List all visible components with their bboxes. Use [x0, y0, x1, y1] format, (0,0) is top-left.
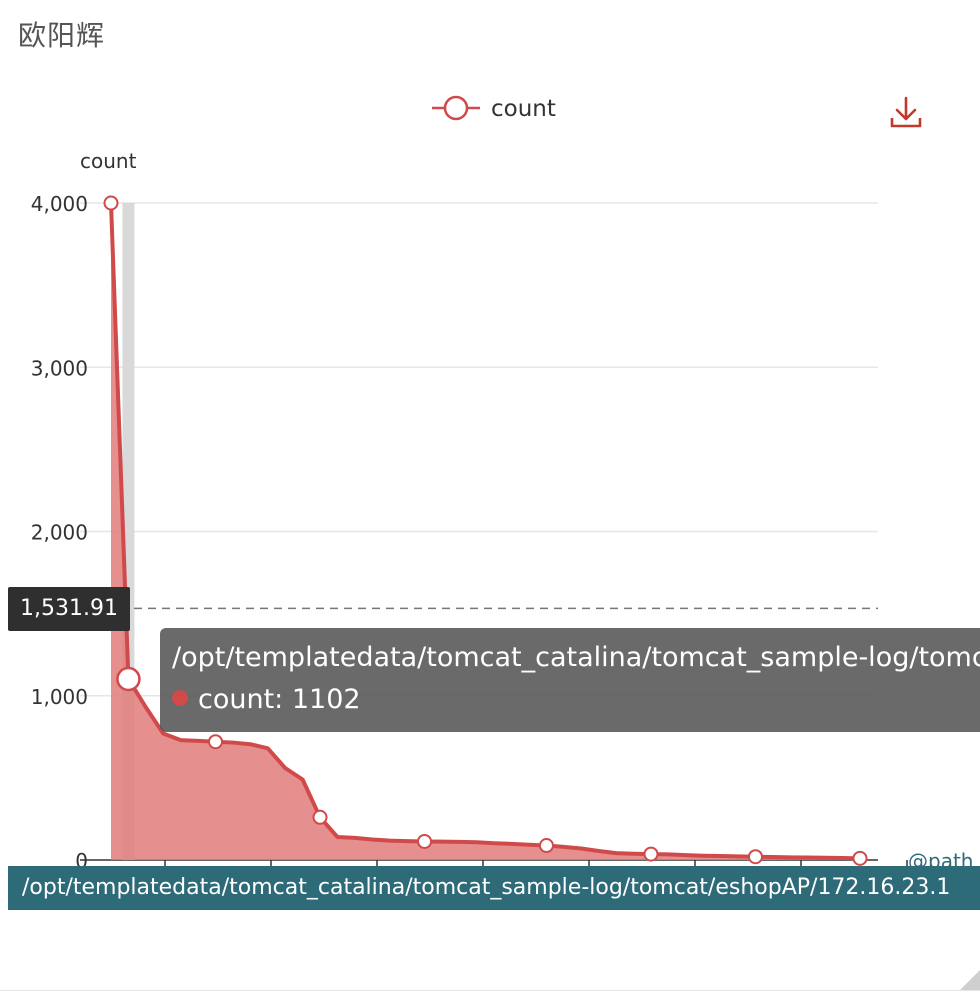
data-point [643, 846, 659, 862]
tooltip-title: /opt/templatedata/tomcat_catalina/tomcat… [172, 642, 980, 673]
download-icon [890, 96, 922, 128]
y-axis-name: count [80, 149, 137, 173]
data-point [312, 809, 328, 825]
chart-area[interactable]: 01,0002,0003,0004,000count@pathcount [0, 0, 980, 992]
series-color-dot [172, 690, 188, 706]
data-point [747, 849, 763, 865]
tooltip-series-value: count: 1102 [198, 684, 361, 715]
resize-handle-icon[interactable] [956, 966, 980, 990]
y-tick-label: 4,000 [31, 192, 88, 216]
data-point [852, 850, 868, 866]
tooltip: /opt/templatedata/tomcat_catalina/tomcat… [160, 628, 980, 732]
tooltip-series-row: count: 1102 [172, 684, 361, 715]
chart-panel: 欧阳辉 0 1,000 2,000 3,000 4,000 count @path count… [0, 0, 980, 991]
data-point [103, 195, 119, 211]
y-tick-label: 2,000 [31, 521, 88, 545]
download-button[interactable] [886, 92, 926, 132]
highlighted-data-point [116, 666, 141, 692]
legend-marker [443, 95, 469, 121]
y-axis-pointer-label: 1,531.91 [8, 587, 130, 631]
y-tick-label: 1,000 [31, 685, 88, 709]
data-point [208, 734, 224, 750]
x-axis-pointer-label: /opt/templatedata/tomcat_catalina/tomcat… [8, 866, 980, 910]
data-point [538, 838, 554, 854]
data-point [417, 833, 433, 849]
legend-label: count [491, 96, 556, 122]
y-tick-label: 3,000 [31, 356, 88, 380]
